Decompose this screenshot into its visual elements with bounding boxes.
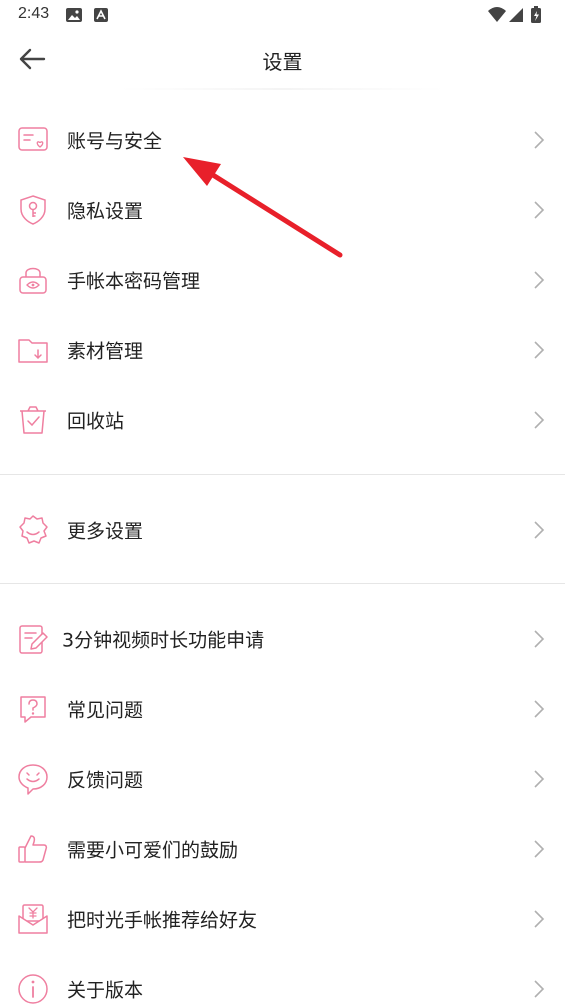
settings-item-encourage[interactable]: 需要小可爱们的鼓励 [0,814,565,884]
chevron-right-icon [534,271,545,289]
settings-group-help: 3分钟视频时长功能申请 常见问题 反馈问题 需要小可爱们的鼓励 把时光手帐推荐给… [0,604,565,1004]
signal-icon [509,8,523,22]
settings-item-faq[interactable]: 常见问题 [0,674,565,744]
info-icon [18,974,48,1004]
header-divider [120,88,445,90]
settings-item-account-security[interactable]: 账号与安全 [0,105,565,175]
a-icon [94,7,108,26]
settings-item-about-version[interactable]: 关于版本 [0,954,565,1004]
chevron-right-icon [534,521,545,539]
gear-icon [19,515,48,544]
shield-key-icon [20,195,46,225]
chevron-right-icon [534,201,545,219]
lock-icon [19,267,47,294]
wifi-icon [488,7,506,22]
account-card-icon [18,127,48,151]
battery-icon [531,6,541,23]
chevron-right-icon [534,411,545,429]
chevron-right-icon [534,630,545,648]
settings-item-label: 常见问题 [67,699,144,722]
status-time: 2:43 [18,5,50,22]
settings-item-materials[interactable]: 素材管理 [0,315,565,385]
settings-item-label: 关于版本 [67,979,144,1002]
section-divider [0,474,565,475]
settings-group-main: 账号与安全 隐私设置 手帐本密码管理 素材管理 回收站 [0,105,565,455]
settings-item-label: 需要小可爱们的鼓励 [67,839,239,862]
folder-download-icon [18,339,48,363]
settings-item-label: 素材管理 [67,340,144,363]
settings-item-label: 手帐本密码管理 [67,270,201,293]
red-envelope-icon [18,904,48,934]
settings-item-more-settings[interactable]: 更多设置 [0,495,565,565]
chevron-right-icon [534,700,545,718]
settings-item-recommend[interactable]: 把时光手帐推荐给好友 [0,884,565,954]
status-right-icons [487,5,547,29]
chevron-right-icon [534,770,545,788]
settings-item-journal-password[interactable]: 手帐本密码管理 [0,245,565,315]
page-title: 设置 [262,50,303,74]
settings-item-label: 反馈问题 [67,769,144,792]
chevron-right-icon [534,910,545,928]
header: 设置 [0,30,565,88]
chevron-right-icon [534,341,545,359]
settings-item-label: 账号与安全 [67,130,163,153]
settings-item-privacy[interactable]: 隐私设置 [0,175,565,245]
section-divider [0,583,565,584]
chevron-right-icon [534,131,545,149]
settings-item-label: 把时光手帐推荐给好友 [67,909,258,932]
settings-item-recycle-bin[interactable]: 回收站 [0,385,565,455]
settings-item-label: 隐私设置 [67,200,144,223]
settings-item-feedback[interactable]: 反馈问题 [0,744,565,814]
thumbs-up-icon [18,835,48,863]
chevron-right-icon [534,840,545,858]
status-bar: 2:43 [0,0,565,30]
settings-item-label: 更多设置 [67,520,144,543]
edit-document-icon [19,625,48,654]
settings-item-label: 回收站 [67,410,125,433]
settings-item-label: 3分钟视频时长功能申请 [62,629,265,652]
chevron-right-icon [534,980,545,998]
image-icon [66,7,82,26]
settings-group-more: 更多设置 [0,495,565,565]
question-icon [20,696,46,723]
trash-icon [20,406,46,434]
settings-item-video-application[interactable]: 3分钟视频时长功能申请 [0,604,565,674]
smile-bubble-icon [18,764,48,795]
